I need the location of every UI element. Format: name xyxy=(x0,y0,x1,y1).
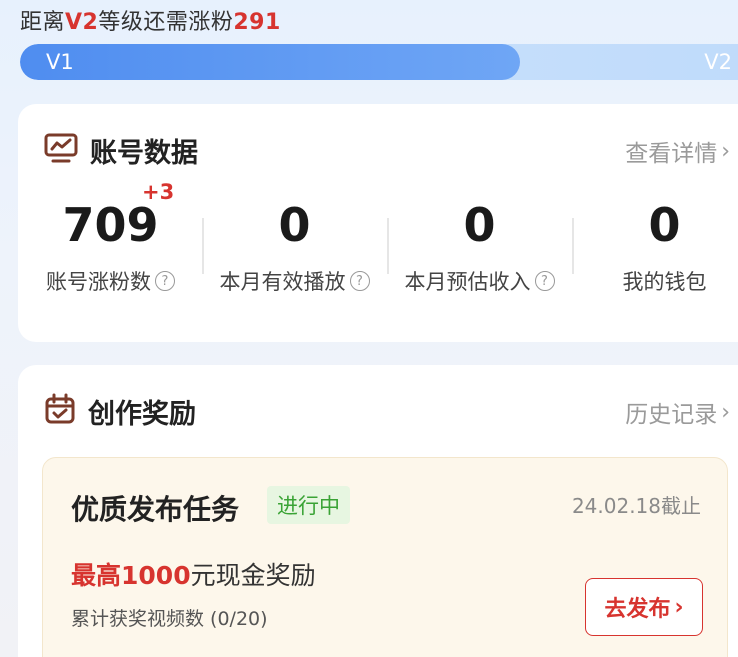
publish-label: 去发布 xyxy=(604,597,671,622)
account-data-header: 账号数据 xyxy=(44,130,198,170)
creation-reward-title: 创作奖励 xyxy=(88,398,196,430)
creation-reward-card: 创作奖励 历史记录 › 优质发布任务 进行中 24.02.18截止 最高1000… xyxy=(18,365,738,657)
reward-suffix: 元现金奖励 xyxy=(190,561,316,590)
reward-amount: 1000 xyxy=(121,561,191,590)
help-icon[interactable]: ? xyxy=(349,271,370,291)
chevron-right-icon: › xyxy=(721,399,730,425)
level-middle: 等级还需涨粉 xyxy=(98,10,234,35)
task-reward: 最高1000元现金奖励 xyxy=(71,556,316,592)
task-progress: 累计获奖视频数 (0/20) xyxy=(71,608,268,630)
level-progress-text: 距离V2等级还需涨粉291 xyxy=(20,4,281,36)
account-data-card: 账号数据 查看详情 › +3 709 账号涨粉数? 0 本月有效播放? 0 本月… xyxy=(18,104,738,342)
level-start-label: V1 xyxy=(46,50,74,74)
level-target: V2 xyxy=(65,10,99,35)
task-deadline: 24.02.18截止 xyxy=(571,494,701,518)
level-prefix: 距离 xyxy=(20,10,66,35)
stat-value: 709 xyxy=(62,198,159,252)
level-progress-fill xyxy=(20,44,520,80)
level-end-label: V2 xyxy=(704,50,732,74)
history-link[interactable]: 历史记录 › xyxy=(625,395,730,429)
calendar-check-icon xyxy=(44,393,76,429)
view-details-label: 查看详情 xyxy=(625,141,718,167)
level-remaining: 291 xyxy=(233,10,281,35)
help-icon[interactable]: ? xyxy=(534,271,555,291)
stat-wallet[interactable]: 0 我的钱包 xyxy=(572,190,738,296)
stat-label: 本月预估收入 xyxy=(404,270,531,294)
history-label: 历史记录 xyxy=(625,402,718,428)
stat-followers[interactable]: +3 709 账号涨粉数? xyxy=(18,180,203,296)
publish-button[interactable]: 去发布 › xyxy=(585,578,703,636)
account-stats: +3 709 账号涨粉数? 0 本月有效播放? 0 本月预估收入? 0 我的钱包 xyxy=(18,180,738,310)
stat-label: 我的钱包 xyxy=(622,270,707,294)
stat-value: 0 xyxy=(648,198,681,252)
task-title: 优质发布任务 xyxy=(71,493,240,526)
stat-income[interactable]: 0 本月预估收入? xyxy=(387,190,572,296)
help-icon[interactable]: ? xyxy=(155,271,175,291)
stat-label: 账号涨粉数 xyxy=(46,270,151,294)
reward-prefix: 最高 xyxy=(71,561,122,590)
status-badge: 进行中 xyxy=(267,486,350,524)
stat-value: 0 xyxy=(278,198,311,252)
creation-reward-header: 创作奖励 xyxy=(44,391,196,431)
account-data-title: 账号数据 xyxy=(90,137,198,169)
stat-label: 本月有效播放 xyxy=(219,270,346,294)
followers-delta: +3 xyxy=(142,180,175,204)
chevron-right-icon: › xyxy=(721,138,730,164)
chart-monitor-icon xyxy=(44,132,78,168)
stat-plays[interactable]: 0 本月有效播放? xyxy=(202,190,387,296)
level-progress-bar: V1 V2 xyxy=(20,44,738,80)
quality-post-task[interactable]: 优质发布任务 进行中 24.02.18截止 最高1000元现金奖励 累计获奖视频… xyxy=(42,457,728,657)
view-details-link[interactable]: 查看详情 › xyxy=(625,134,730,168)
stat-value: 0 xyxy=(463,198,496,252)
chevron-right-icon: › xyxy=(674,594,684,620)
